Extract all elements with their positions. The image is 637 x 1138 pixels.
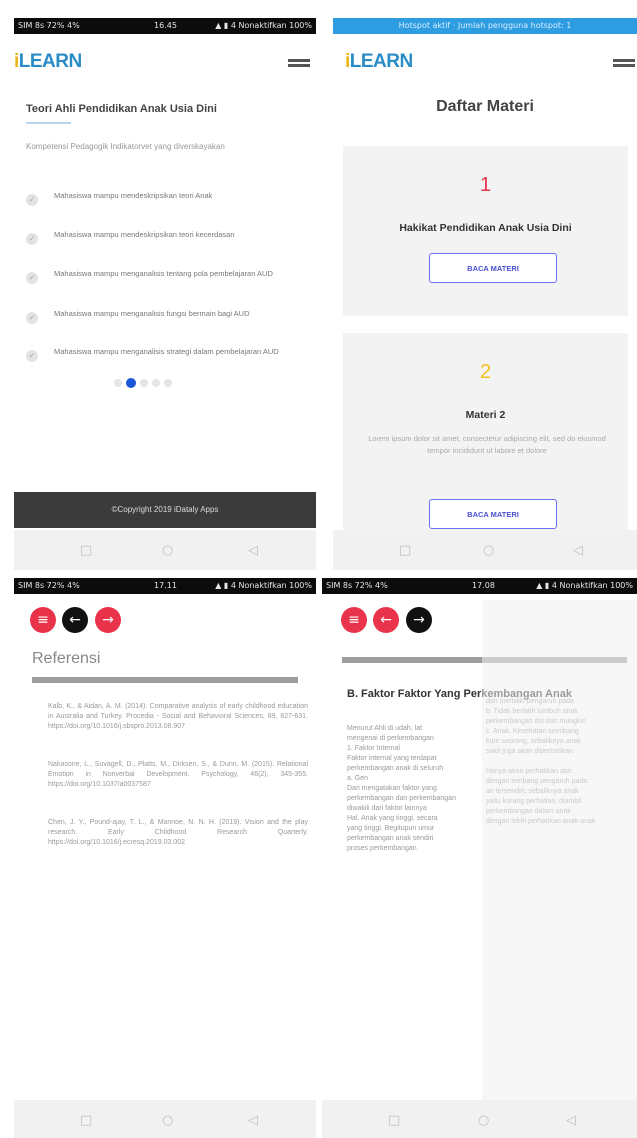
- competency-text: Mahasiswa mampu mendeskripsikan teori ke…: [54, 230, 235, 239]
- back-icon[interactable]: ◁: [248, 543, 258, 558]
- footer-copyright: ©Copyright 2019 iDataly Apps: [14, 492, 316, 528]
- recent-apps-icon[interactable]: □: [388, 1113, 400, 1128]
- app-logo[interactable]: iLEARN: [14, 51, 82, 73]
- status-right: ▲ ▮ 4 Nonaktifkan 100%: [536, 581, 633, 590]
- menu-icon[interactable]: ≡: [30, 607, 56, 633]
- home-icon[interactable]: ○: [162, 543, 173, 558]
- competency-text: Mahasiswa mampu menganalisis fungsi berm…: [54, 309, 250, 318]
- competency-text: Mahasiswa mampu menganalisis tentang pol…: [54, 269, 273, 278]
- article-line: perkembangan dan perkembangan: [347, 795, 456, 802]
- back-icon[interactable]: ◁: [566, 1113, 576, 1128]
- title-underline: [26, 122, 71, 124]
- reference-entry: Nakasone, L., Suvagell, D., Platts, M., …: [48, 761, 308, 788]
- forward-arrow-icon[interactable]: →: [95, 607, 121, 633]
- card-number: 1: [479, 174, 492, 196]
- article-line: a. Gen: [347, 775, 369, 782]
- android-nav-bar: □ ○ ◁: [333, 530, 637, 570]
- page-dot-active[interactable]: [126, 378, 136, 388]
- article-line: diwakili dari faktor lainnya: [347, 805, 427, 812]
- recent-apps-icon[interactable]: □: [399, 543, 411, 558]
- status-bar: SIM 8s 72% 4% 17.11 ▲ ▮ 4 Nonaktifkan 10…: [14, 578, 316, 594]
- page-dot[interactable]: [152, 379, 160, 387]
- app-logo[interactable]: iLEARN: [345, 51, 413, 73]
- carousel-pagination: [114, 374, 176, 388]
- reference-entry: Chen, J. Y., Pound-ajay, T. L., & Mannoe…: [48, 819, 308, 846]
- page-turn-overlay: [482, 600, 637, 1100]
- reference-entry: Kalb, K., & Aidan, A. M. (2014). Compara…: [48, 703, 308, 730]
- competency-text: Mahasiswa mampu menganalisis strategi da…: [54, 347, 279, 356]
- menu-icon[interactable]: ≡: [341, 607, 367, 633]
- competency-text: Mahasiswa mampu mendeskripsikan teori An…: [54, 191, 213, 200]
- recent-apps-icon[interactable]: □: [80, 543, 92, 558]
- read-materi-button[interactable]: BACA MATERI: [429, 499, 557, 529]
- progress-bar: [32, 677, 298, 683]
- section-title: Referensi: [32, 650, 101, 667]
- article-line: proses perkembangan: [347, 845, 417, 852]
- article-line: Menurut Ahli di udah, lat: [347, 725, 423, 732]
- article-line: perkembangan anak sendiri: [347, 835, 434, 842]
- status-left: SIM 8s 72% 4%: [326, 581, 388, 590]
- back-arrow-icon[interactable]: ←: [62, 607, 88, 633]
- forward-arrow-icon[interactable]: →: [406, 607, 432, 633]
- page-dot[interactable]: [164, 379, 172, 387]
- section-title: B. Faktor Faktor Yang Perkembangan Anak: [347, 688, 572, 700]
- status-right: ▲ ▮ 4 Nonaktifkan 100%: [215, 21, 312, 30]
- android-nav-bar: □ ○ ◁: [14, 530, 316, 570]
- check-icon: ✓: [26, 350, 38, 362]
- page-subtitle: Kompetensi Pedagogik Indikatorvet yang d…: [26, 142, 225, 151]
- status-left: SIM 8s 72% 4%: [18, 21, 80, 30]
- hamburger-menu-icon[interactable]: [613, 59, 635, 69]
- hotspot-text: Hotspot aktif · Jumlah pengguna hotspot:…: [398, 21, 572, 30]
- page-dot[interactable]: [114, 379, 122, 387]
- check-icon: ✓: [26, 312, 38, 324]
- back-icon[interactable]: ◁: [248, 1113, 258, 1128]
- article-line: mengenai di perkembangan: [347, 735, 434, 742]
- status-right: ▲ ▮ 4 Nonaktifkan 100%: [215, 581, 312, 590]
- article-line: perkembangan anak di seluruh: [347, 765, 444, 772]
- card-description: Lorem ipsum dolor sit amet, consectetur …: [368, 434, 606, 455]
- card-title: Materi 2: [465, 409, 506, 421]
- back-icon[interactable]: ◁: [573, 543, 583, 558]
- page-dot[interactable]: [140, 379, 148, 387]
- hotspot-status-bar: Hotspot aktif · Jumlah pengguna hotspot:…: [333, 18, 637, 34]
- card-title: Hakikat Pendidikan Anak Usia Dini: [399, 222, 572, 234]
- read-materi-button[interactable]: BACA MATERI: [429, 253, 557, 283]
- article-line: Hal. Anak yang tinggi, secara: [347, 815, 438, 822]
- recent-apps-icon[interactable]: □: [80, 1113, 92, 1128]
- status-bar: SIM 8s 72% 4% 17.08 ▲ ▮ 4 Nonaktifkan 10…: [322, 578, 637, 594]
- materi-card: 2 Materi 2 Lorem ipsum dolor sit amet, c…: [343, 333, 628, 533]
- logo-text: iLEARN: [345, 51, 413, 72]
- panel-kompetensi: SIM 8s 72% 4% 16.45 ▲ ▮ 4 Nonaktifkan 10…: [14, 18, 316, 570]
- home-icon[interactable]: ○: [162, 1113, 173, 1128]
- status-time: 17.11: [154, 581, 177, 590]
- materi-card: 1 Hakikat Pendidikan Anak Usia Dini BACA…: [343, 146, 628, 316]
- article-line: Faktor internal yang terdapat: [347, 755, 437, 762]
- home-icon[interactable]: ○: [483, 543, 494, 558]
- page-title: Daftar Materi: [436, 98, 534, 115]
- check-icon: ✓: [26, 272, 38, 284]
- page-title: Teori Ahli Pendidikan Anak Usia Dini: [26, 103, 217, 115]
- hamburger-menu-icon[interactable]: [288, 59, 310, 69]
- status-time: 17.08: [472, 581, 495, 590]
- article-line: Dari mengatakan faktor yang: [347, 785, 437, 792]
- article-line: 1. Faktor Internal: [347, 745, 400, 752]
- home-icon[interactable]: ○: [478, 1113, 489, 1128]
- article-line: yang tinggi. Begitupun umur: [347, 825, 435, 832]
- panel-daftar-materi: Hotspot aktif · Jumlah pengguna hotspot:…: [333, 18, 637, 570]
- android-nav-bar: □ ○ ◁: [322, 1100, 637, 1138]
- card-number: 2: [479, 361, 492, 383]
- android-nav-bar: □ ○ ◁: [14, 1100, 316, 1138]
- logo-text: iLEARN: [14, 51, 82, 72]
- check-icon: ✓: [26, 194, 38, 206]
- status-left: SIM 8s 72% 4%: [18, 581, 80, 590]
- status-time: 16.45: [154, 21, 177, 30]
- check-icon: ✓: [26, 233, 38, 245]
- back-arrow-icon[interactable]: ←: [373, 607, 399, 633]
- status-bar: SIM 8s 72% 4% 16.45 ▲ ▮ 4 Nonaktifkan 10…: [14, 18, 316, 34]
